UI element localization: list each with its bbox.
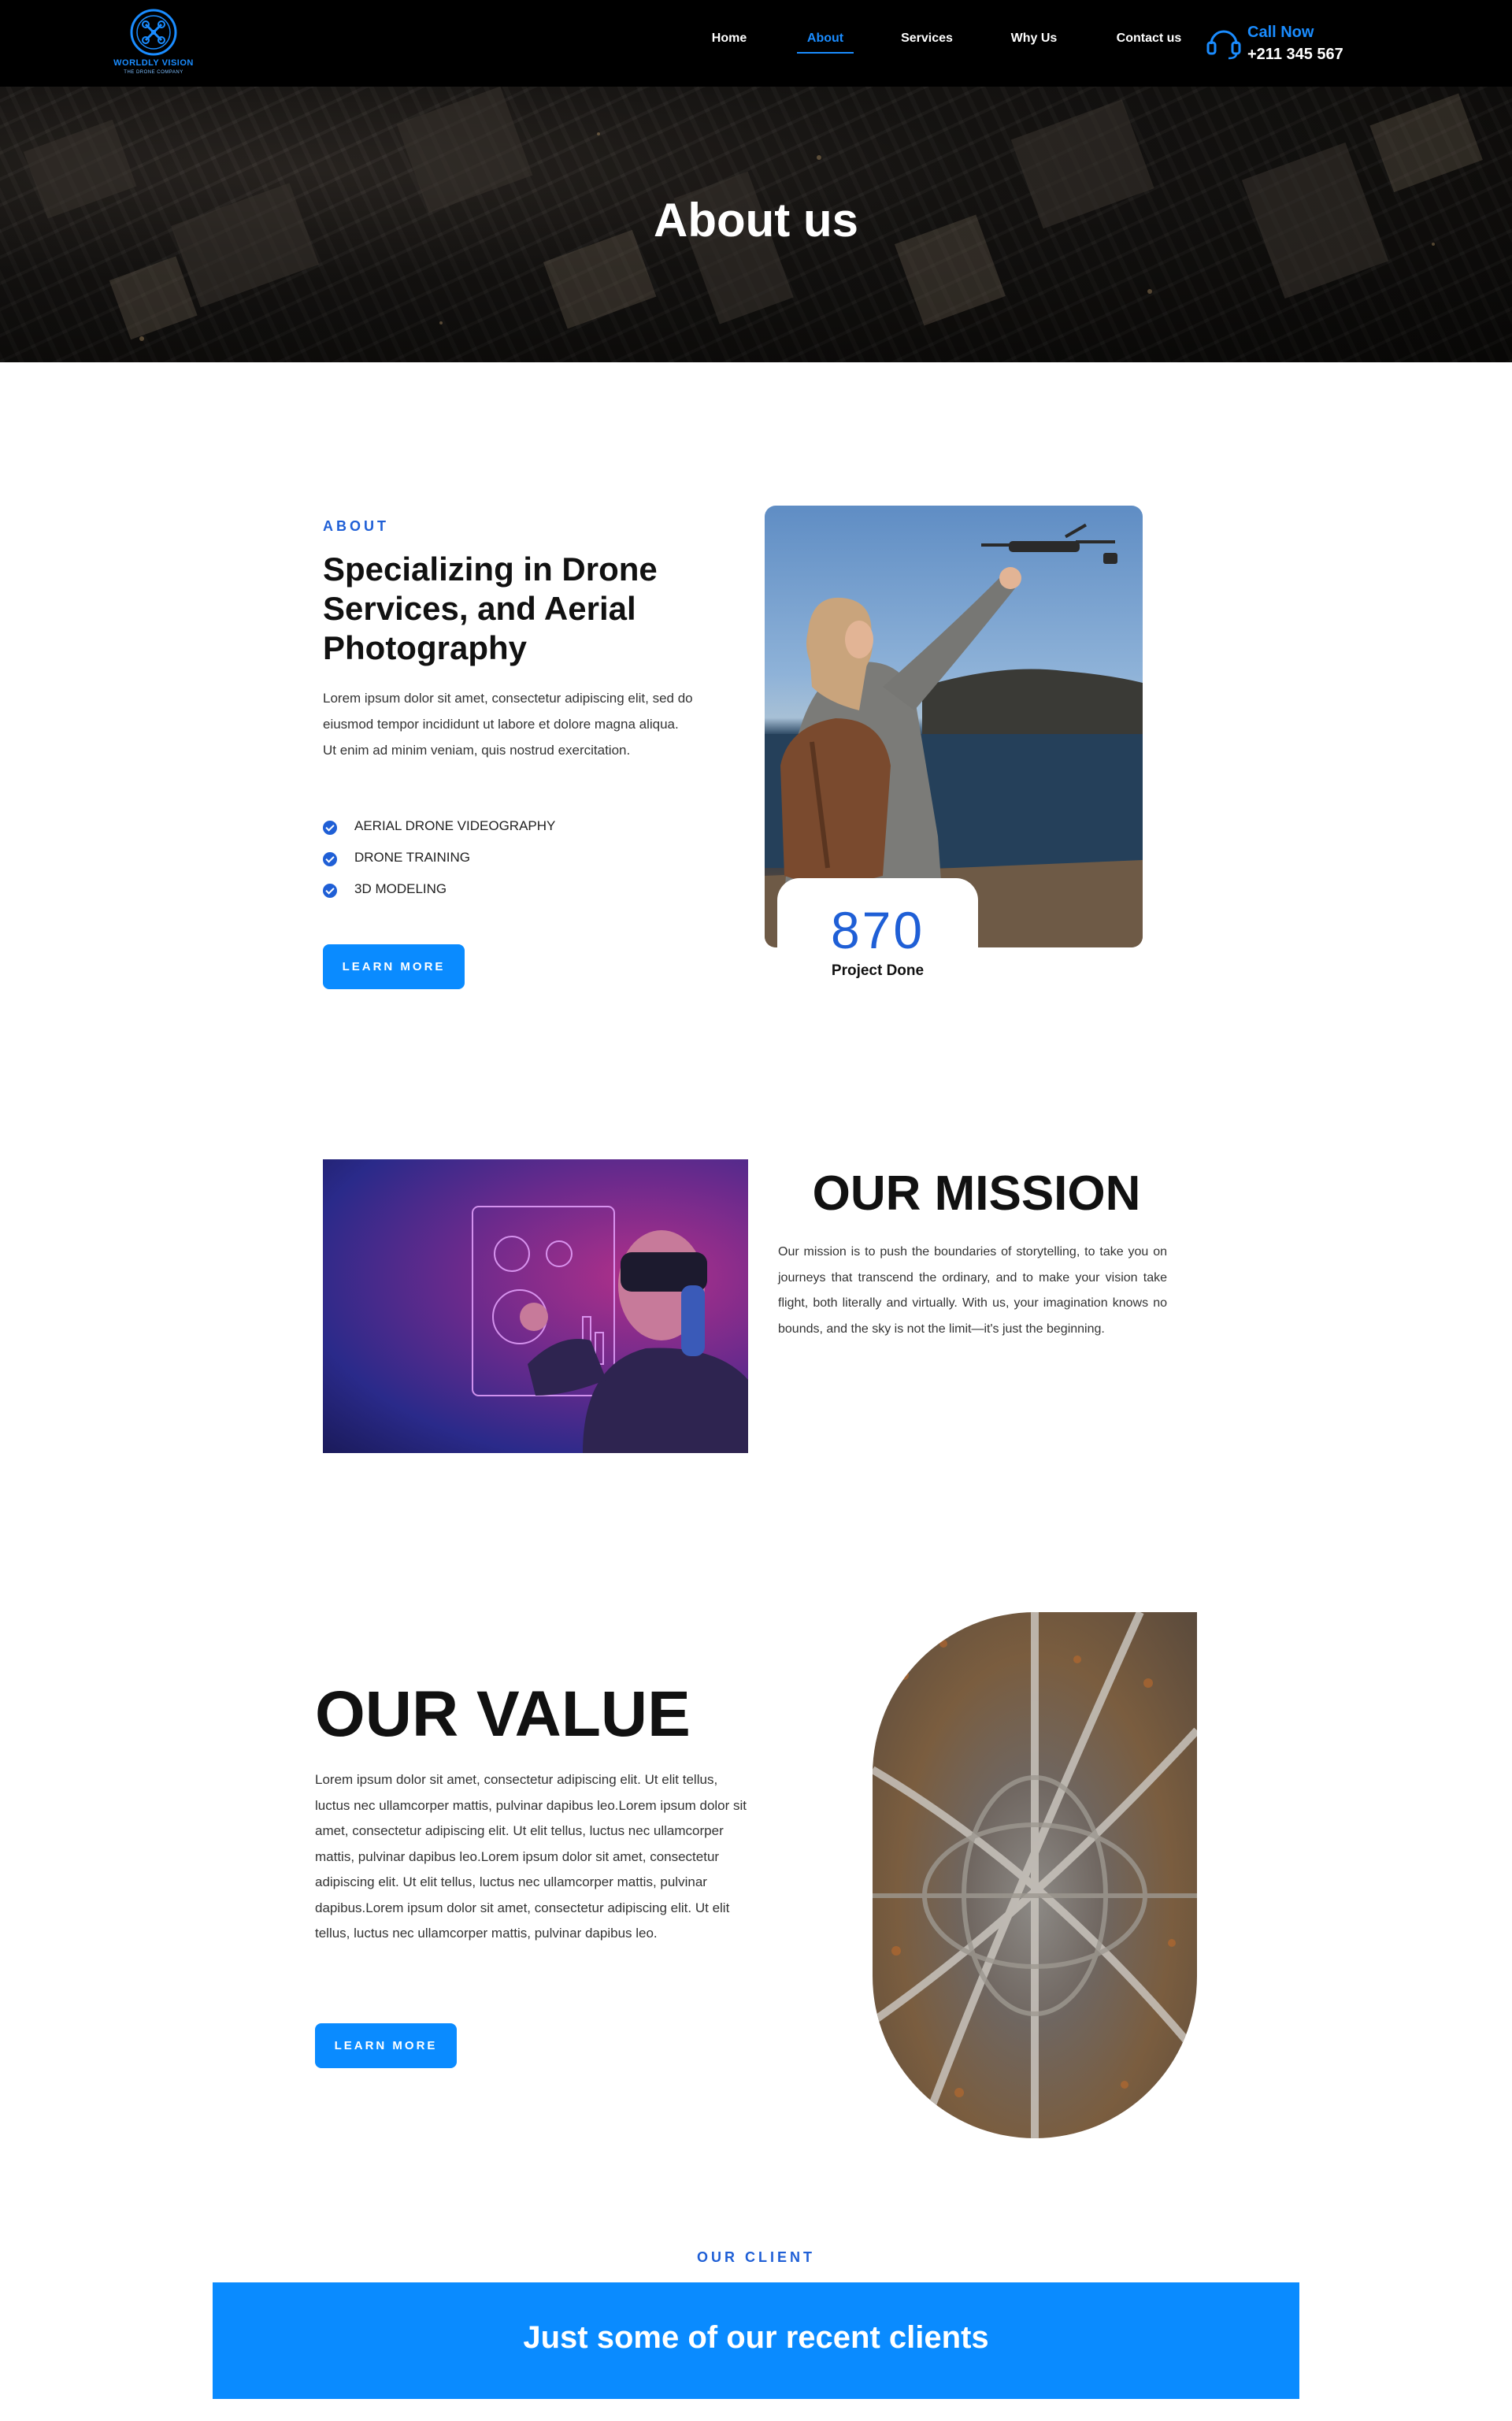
nav-why-us[interactable]: Why Us xyxy=(1008,32,1060,46)
site-header: WORLDLY VISION THE DRONE COMPANY Home Ab… xyxy=(0,0,1512,87)
nav-contact[interactable]: Contact us xyxy=(1113,32,1185,46)
highway-aerial-illustration xyxy=(873,1612,1197,2138)
clients-heading: Just some of our recent clients xyxy=(523,2320,989,2355)
check-circle-icon xyxy=(323,821,337,835)
list-item: DRONE TRAINING xyxy=(323,848,677,880)
list-item: AERIAL DRONE VIDEOGRAPHY xyxy=(323,817,677,848)
vr-user-illustration xyxy=(472,1206,748,1453)
about-text: Lorem ipsum dolor sit amet, consectetur … xyxy=(323,691,693,758)
about-eyebrow: ABOUT xyxy=(323,518,389,534)
highway-interchange-image xyxy=(873,1612,1197,2138)
counter-value: 870 xyxy=(830,901,925,959)
counter-label: Project Done xyxy=(831,962,925,979)
call-now[interactable]: Call Now +211 345 567 xyxy=(1205,22,1354,66)
nav-services[interactable]: Services xyxy=(898,32,956,46)
brand-logo[interactable]: WORLDLY VISION THE DRONE COMPANY xyxy=(106,8,201,79)
projects-counter: 870 Project Done xyxy=(777,878,978,996)
brand-tagline: THE DRONE COMPANY xyxy=(124,70,183,75)
mission-title: OUR MISSION xyxy=(812,1166,1141,1221)
vr-headset-image xyxy=(323,1159,748,1453)
learn-more-button[interactable]: LEARN MORE xyxy=(323,944,465,989)
page-title: About us xyxy=(654,194,858,247)
list-item-label: DRONE TRAINING xyxy=(354,850,471,865)
nav-active-indicator xyxy=(797,52,854,54)
hero-banner: About us xyxy=(0,87,1512,362)
check-circle-icon xyxy=(323,852,337,866)
services-list: AERIAL DRONE VIDEOGRAPHY DRONE TRAINING … xyxy=(323,817,677,911)
list-item: 3D MODELING xyxy=(323,880,677,911)
drone-logo-icon xyxy=(130,9,177,56)
value-text: Lorem ipsum dolor sit amet, consectetur … xyxy=(315,1772,747,1941)
call-number[interactable]: +211 345 567 xyxy=(1247,46,1343,64)
check-circle-icon xyxy=(323,884,337,898)
about-heading: Specializing in Drone Services, and Aeri… xyxy=(323,551,658,666)
nav-about[interactable]: About xyxy=(797,32,854,46)
headset-icon xyxy=(1206,30,1241,60)
value-title: OUR VALUE xyxy=(315,1678,691,1750)
brand-name: WORLDLY VISION xyxy=(113,58,194,68)
mission-text: Our mission is to push the boundaries of… xyxy=(778,1245,1167,1336)
learn-more-button[interactable]: LEARN MORE xyxy=(315,2023,457,2068)
clients-banner: Just some of our recent clients xyxy=(213,2282,1299,2399)
list-item-label: AERIAL DRONE VIDEOGRAPHY xyxy=(354,818,556,833)
list-item-label: 3D MODELING xyxy=(354,881,447,896)
nav-home[interactable]: Home xyxy=(709,32,750,46)
call-label: Call Now xyxy=(1247,24,1314,41)
clients-eyebrow: OUR CLIENT xyxy=(697,2249,815,2265)
